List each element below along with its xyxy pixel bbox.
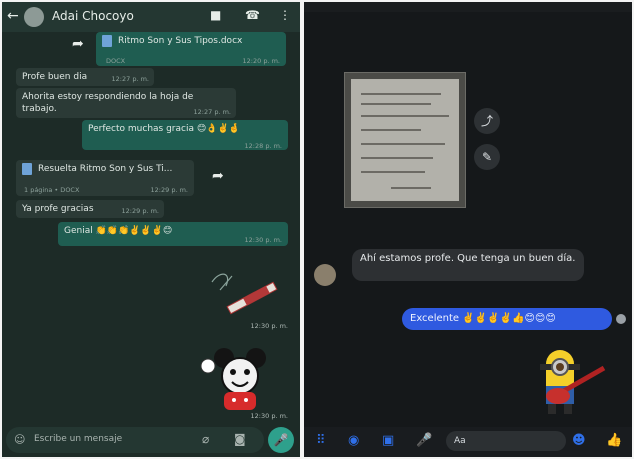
- forward-icon[interactable]: ➦: [72, 36, 84, 52]
- message-emojis: 👏👏👏✌️✌️✌️😊: [95, 226, 173, 236]
- back-arrow-icon[interactable]: ←: [7, 8, 19, 24]
- camera-icon[interactable]: ◙: [234, 432, 246, 446]
- received-message: Ahí estamos profe. Que tenga un buen día…: [352, 249, 584, 281]
- message-emojis: ✌️✌️✌️✌️👍😊😊😊: [462, 313, 556, 324]
- microphone-icon[interactable]: 🎤: [416, 433, 432, 448]
- edit-icon[interactable]: ✎: [474, 144, 500, 170]
- share-icon[interactable]: ⤴: [474, 108, 500, 134]
- message-input[interactable]: Aa: [446, 431, 566, 451]
- received-message: Profe buen dia 12:27 p. m.: [16, 68, 154, 86]
- attach-icon[interactable]: ⌀: [202, 432, 209, 446]
- menu-icon[interactable]: ⋮: [279, 8, 291, 22]
- microphone-button[interactable]: 🎤: [268, 427, 294, 453]
- messenger-chat-panel: ⤴ ✎ Ahí estamos profe. Que tenga un buen…: [304, 2, 632, 457]
- phone-call-icon[interactable]: ☎: [245, 8, 260, 22]
- message-input[interactable]: ☺ Escribe un mensaje ⌀ ◙: [6, 427, 264, 453]
- avatar[interactable]: [24, 7, 44, 27]
- sent-message: Genial 👏👏👏✌️✌️✌️😊 12:30 p. m.: [58, 222, 288, 246]
- video-call-icon[interactable]: ■: [210, 8, 221, 22]
- emoji-icon[interactable]: ☺: [14, 433, 25, 446]
- message-time: 12:30 p. m.: [244, 236, 282, 244]
- message-text: Ya profe gracias: [22, 204, 94, 214]
- document-name: Resuelta Ritmo Son y Sus Ti...: [38, 164, 173, 174]
- message-text: Excelente: [410, 313, 460, 324]
- avatar[interactable]: [314, 264, 336, 286]
- message-text: Ahí estamos profe. Que tenga un buen día…: [360, 253, 576, 264]
- sent-message: Excelente ✌️✌️✌️✌️👍😊😊😊: [402, 308, 612, 330]
- document-message[interactable]: Resuelta Ritmo Son y Sus Ti... 1 página …: [16, 160, 194, 196]
- camera-icon[interactable]: ◉: [348, 433, 359, 448]
- message-time: 12:29 p. m.: [121, 207, 159, 215]
- chat-header: ← Adai Chocoyo ■ ☎ ⋮: [2, 2, 300, 32]
- sent-message: Perfecto muchas gracia 😊👌✌️🤞 12:28 p. m.: [82, 120, 288, 150]
- document-meta: 1 página • DOCX: [24, 186, 80, 194]
- sticker-message[interactable]: 12:30 p. m.: [202, 264, 288, 336]
- photo-message[interactable]: [344, 72, 466, 208]
- sticker-message[interactable]: [518, 346, 610, 418]
- document-icon: [22, 163, 32, 175]
- message-time: 12:27 p. m.: [193, 108, 231, 116]
- top-bar: [304, 2, 632, 12]
- document-type: DOCX: [106, 57, 126, 65]
- gallery-icon[interactable]: ▣: [382, 433, 394, 448]
- message-emojis: 😊👌✌️🤞: [196, 124, 240, 134]
- message-text: Genial: [64, 226, 93, 236]
- document-name: Ritmo Son y Sus Tipos.docx: [118, 36, 243, 46]
- received-message: Ahorita estoy respondiendo la hoja de tr…: [16, 88, 236, 118]
- message-time: 12:27 p. m.: [111, 75, 149, 83]
- document-icon: [102, 35, 112, 47]
- emoji-icon[interactable]: ☻: [572, 433, 586, 448]
- message-time: 12:30 p. m.: [250, 412, 288, 420]
- message-text: Ahorita estoy respondiendo la hoja de tr…: [22, 92, 194, 114]
- message-time: 12:20 p. m.: [242, 57, 280, 65]
- message-time: 12:28 p. m.: [244, 142, 282, 150]
- message-input-placeholder: Escribe un mensaje: [34, 434, 123, 444]
- contact-name[interactable]: Adai Chocoyo: [52, 9, 134, 23]
- forward-icon[interactable]: ➦: [212, 168, 224, 184]
- thumbs-up-icon[interactable]: 👍: [606, 433, 622, 448]
- message-time: 12:29 p. m.: [150, 186, 188, 194]
- microphone-icon: 🎤: [273, 433, 289, 447]
- whatsapp-chat-panel: ← Adai Chocoyo ■ ☎ ⋮ ➦ Ritmo Son y Sus T…: [2, 2, 300, 457]
- worksheet-photo: [351, 79, 459, 201]
- sticker-message[interactable]: 12:30 p. m.: [198, 340, 288, 424]
- message-time: 12:30 p. m.: [250, 322, 288, 330]
- minion-sticker-image: [540, 350, 606, 414]
- received-message: Ya profe gracias 12:29 p. m.: [16, 200, 164, 218]
- message-text: Perfecto muchas gracia: [88, 124, 194, 134]
- composer-bar: ⠿ ◉ ▣ 🎤 Aa ☻ 👍: [304, 427, 632, 457]
- seen-indicator-icon: [616, 314, 626, 324]
- message-text: Profe buen dia: [22, 72, 88, 82]
- message-input-placeholder: Aa: [454, 436, 466, 446]
- document-message[interactable]: Ritmo Son y Sus Tipos.docx DOCX 12:20 p.…: [96, 32, 286, 66]
- apps-icon[interactable]: ⠿: [316, 433, 326, 448]
